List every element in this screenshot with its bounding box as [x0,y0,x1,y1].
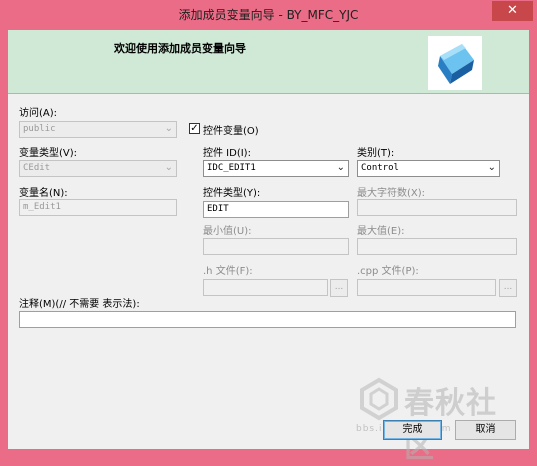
category-combo[interactable]: Control ⌄ [357,160,500,177]
ichunqiu-logo-icon [360,377,398,421]
min-value-label: 最小值(U): [203,226,252,237]
access-combo: public ⌄ [19,121,177,138]
chevron-down-icon: ⌄ [336,162,345,173]
control-id-combo[interactable]: IDC_EDIT1 ⌄ [203,160,349,177]
chevron-down-icon: ⌄ [164,162,173,173]
h-file-label: .h 文件(F): [203,266,253,277]
max-value-label: 最大值(E): [357,226,405,237]
finish-button[interactable]: 完成 [383,420,442,440]
variable-name-label: 变量名(N): [19,188,68,199]
comment-field[interactable] [19,311,516,328]
variable-type-label: 变量类型(V): [19,148,78,159]
wizard-banner: 欢迎使用添加成员变量向导 [8,30,529,94]
comment-label: 注释(M)(// 不需要 表示法): [19,299,140,310]
cpp-file-label: .cpp 文件(P): [357,266,419,277]
title-bar[interactable]: 添加成员变量向导 - BY_MFC_YJC ✕ [0,0,537,28]
watermark-logo: 春秋社区 bbs.ichunqiu.com [356,376,516,465]
access-label: 访问(A): [19,108,58,119]
control-type-label: 控件类型(Y): [203,188,261,199]
close-button[interactable]: ✕ [492,1,533,21]
cpp-file-field [357,279,496,296]
access-value: public [23,124,56,134]
h-file-field [203,279,328,296]
h-file-browse-button: ... [330,279,348,297]
min-value-field [203,238,349,255]
window-title: 添加成员变量向导 - BY_MFC_YJC [178,8,359,22]
variable-name-field: m_Edit1 [19,199,177,216]
variable-type-combo: CEdit ⌄ [19,160,177,177]
dialog-client: 欢迎使用添加成员变量向导 访问(A): public ⌄ ✓ 控件变量(O) 变… [8,30,529,465]
cpp-file-browse-button: ... [499,279,517,297]
control-type-field[interactable]: EDIT [203,201,349,218]
banner-heading: 欢迎使用添加成员变量向导 [114,42,246,55]
chevron-down-icon: ⌄ [164,123,173,134]
category-value: Control [361,163,399,173]
max-chars-field [357,199,517,216]
cancel-button[interactable]: 取消 [455,420,516,440]
control-variable-label[interactable]: 控件变量(O) [203,122,259,137]
max-value-field [357,238,517,255]
control-variable-checkbox[interactable]: ✓ [189,123,200,134]
chevron-down-icon: ⌄ [487,162,496,173]
category-label: 类别(T): [357,148,395,159]
control-id-label: 控件 ID(I): [203,148,251,159]
wizard-cube-icon [428,36,482,90]
control-id-value: IDC_EDIT1 [207,163,256,173]
max-chars-label: 最大字符数(X): [357,188,426,199]
dialog-window: 添加成员变量向导 - BY_MFC_YJC ✕ 欢迎使用添加成员变量向导 访问(… [0,0,537,465]
variable-type-value: CEdit [23,163,51,173]
